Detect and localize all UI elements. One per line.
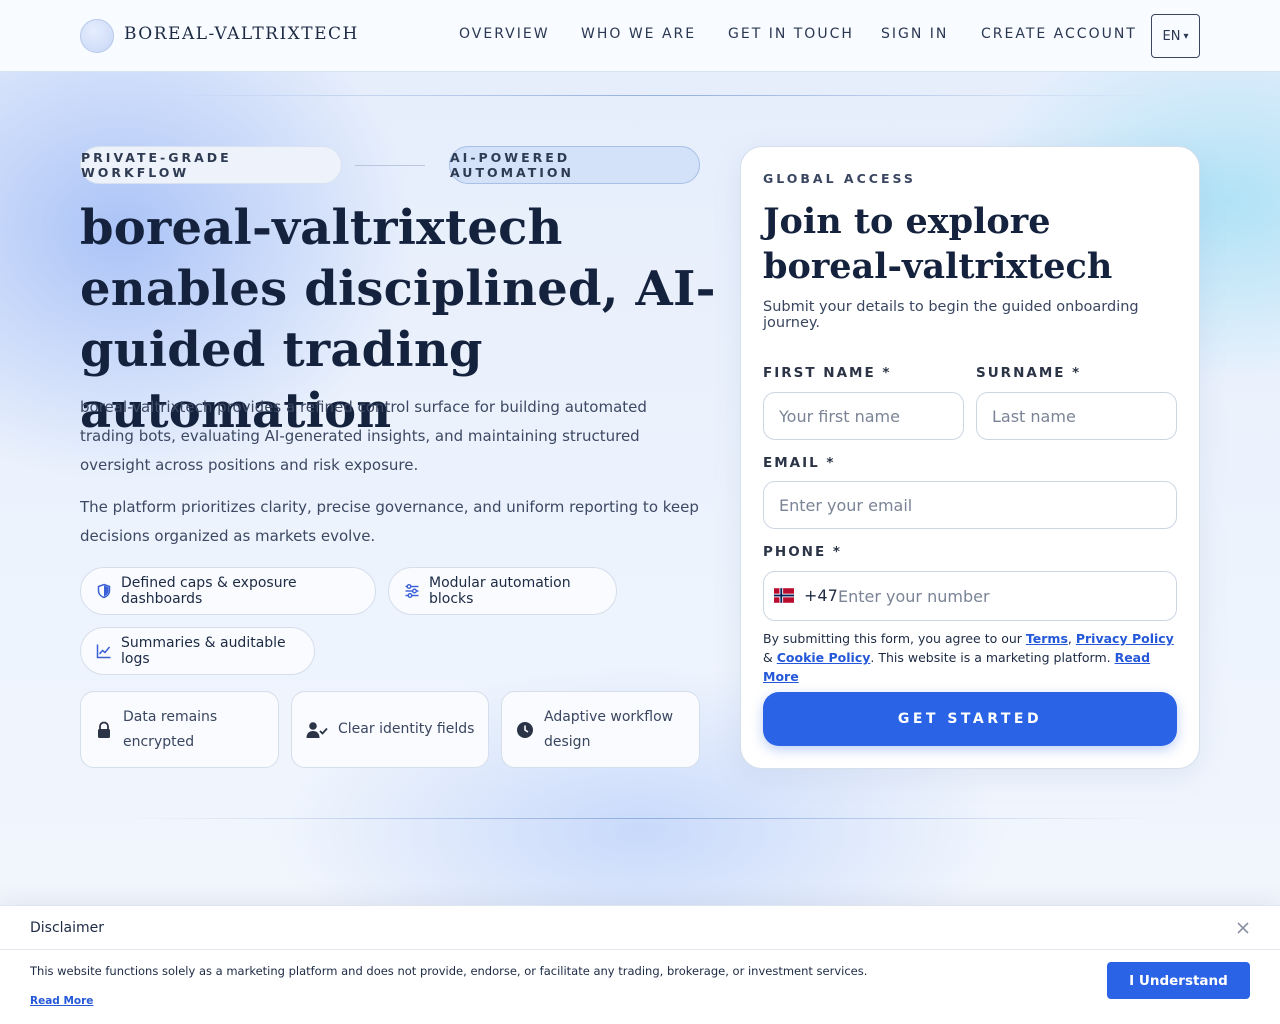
- feature-chip-label: Defined caps & exposure dashboards: [121, 575, 297, 607]
- privacy-policy-link[interactable]: Privacy Policy: [1076, 631, 1174, 646]
- email-input[interactable]: [763, 481, 1177, 529]
- first-name-label: FIRST NAME *: [763, 365, 892, 381]
- top-divider: [160, 95, 1160, 96]
- badge-private-grade: PRIVATE-GRADE WORKFLOW: [80, 146, 342, 184]
- shield-icon: [96, 583, 112, 599]
- nav-who-we-are[interactable]: WHO WE ARE: [581, 26, 696, 42]
- feature-card-adaptive: Adaptive workflow design: [501, 691, 700, 768]
- hero-paragraph-2: The platform prioritizes clarity, precis…: [80, 498, 699, 545]
- phone-field: +47: [763, 571, 1177, 621]
- feature-chip-label: Modular automation blocks: [429, 575, 571, 607]
- feature-card-label: Adaptive workflow design: [544, 708, 674, 750]
- lock-icon: [95, 721, 113, 739]
- feature-chip-caps: Defined caps & exposure dashboards: [80, 567, 376, 615]
- consent-suffix: . This website is a marketing platform.: [870, 650, 1115, 665]
- user-check-icon: [306, 721, 328, 739]
- close-icon[interactable]: [1234, 919, 1252, 937]
- feature-chip-label: Summaries & auditable logs: [121, 635, 286, 667]
- language-selector[interactable]: EN ▾: [1151, 14, 1200, 58]
- consent-text: By submitting this form, you agree to ou…: [763, 629, 1183, 686]
- first-name-input[interactable]: [763, 392, 964, 440]
- nav-get-in-touch[interactable]: GET IN TOUCH: [728, 26, 854, 42]
- sliders-icon: [404, 583, 420, 599]
- surname-label: SURNAME *: [976, 365, 1082, 381]
- norway-flag-icon[interactable]: [774, 588, 794, 603]
- cookie-policy-link[interactable]: Cookie Policy: [777, 650, 871, 665]
- feature-card-identity: Clear identity fields: [291, 691, 489, 768]
- disclaimer-text: This website functions solely as a marke…: [30, 964, 868, 978]
- form-title: Join to explore boreal-valtrixtech: [763, 201, 1113, 287]
- hero-paragraph-1: boreal-valtrixtech provides a refined co…: [80, 398, 647, 474]
- i-understand-button[interactable]: I Understand: [1107, 962, 1250, 999]
- nav-overview[interactable]: OVERVIEW: [459, 26, 550, 42]
- feature-chip-logs: Summaries & auditable logs: [80, 627, 315, 675]
- bottom-divider: [120, 818, 1160, 819]
- get-started-button[interactable]: GET STARTED: [763, 692, 1177, 746]
- nav-sign-in[interactable]: SIGN IN: [881, 26, 948, 42]
- feature-card-encrypted: Data remains encrypted: [80, 691, 279, 768]
- consent-and: &: [763, 650, 777, 665]
- terms-link[interactable]: Terms: [1026, 631, 1068, 646]
- feature-chip-modular: Modular automation blocks: [388, 567, 617, 615]
- feature-card-label: Clear identity fields: [338, 721, 475, 737]
- disclaimer-title: Disclaimer: [30, 920, 105, 936]
- disclaimer-divider: [0, 949, 1280, 950]
- nav-create-account[interactable]: CREATE ACCOUNT: [981, 26, 1137, 42]
- chevron-down-icon: ▾: [1183, 30, 1189, 42]
- site-header: BOREAL-VALTRIXTECH OVERVIEW WHO WE ARE G…: [0, 0, 1280, 72]
- consent-prefix: By submitting this form, you agree to ou…: [763, 631, 1026, 646]
- chart-line-icon: [96, 643, 112, 659]
- disclaimer-banner: Disclaimer This website functions solely…: [0, 905, 1280, 1024]
- signup-panel: GLOBAL ACCESS Join to explore boreal-val…: [740, 146, 1200, 769]
- phone-dial-code[interactable]: +47: [804, 586, 838, 605]
- phone-input[interactable]: [838, 580, 1168, 612]
- form-subtitle: Submit your details to begin the guided …: [763, 299, 1139, 331]
- form-eyebrow: GLOBAL ACCESS: [763, 171, 916, 186]
- disclaimer-read-more-link[interactable]: Read More: [30, 995, 93, 1007]
- badge-ai-powered: AI-POWERED AUTOMATION: [449, 146, 700, 184]
- feature-card-label: Data remains encrypted: [123, 708, 218, 750]
- brand-logo[interactable]: [80, 19, 114, 53]
- language-code: EN: [1162, 28, 1181, 44]
- phone-label: PHONE *: [763, 544, 842, 560]
- surname-input[interactable]: [976, 392, 1177, 440]
- email-label: EMAIL *: [763, 455, 836, 471]
- clock-icon: [516, 721, 534, 739]
- consent-comma: ,: [1067, 631, 1076, 646]
- badge-connector: [355, 165, 425, 166]
- brand-name[interactable]: BOREAL-VALTRIXTECH: [124, 24, 359, 44]
